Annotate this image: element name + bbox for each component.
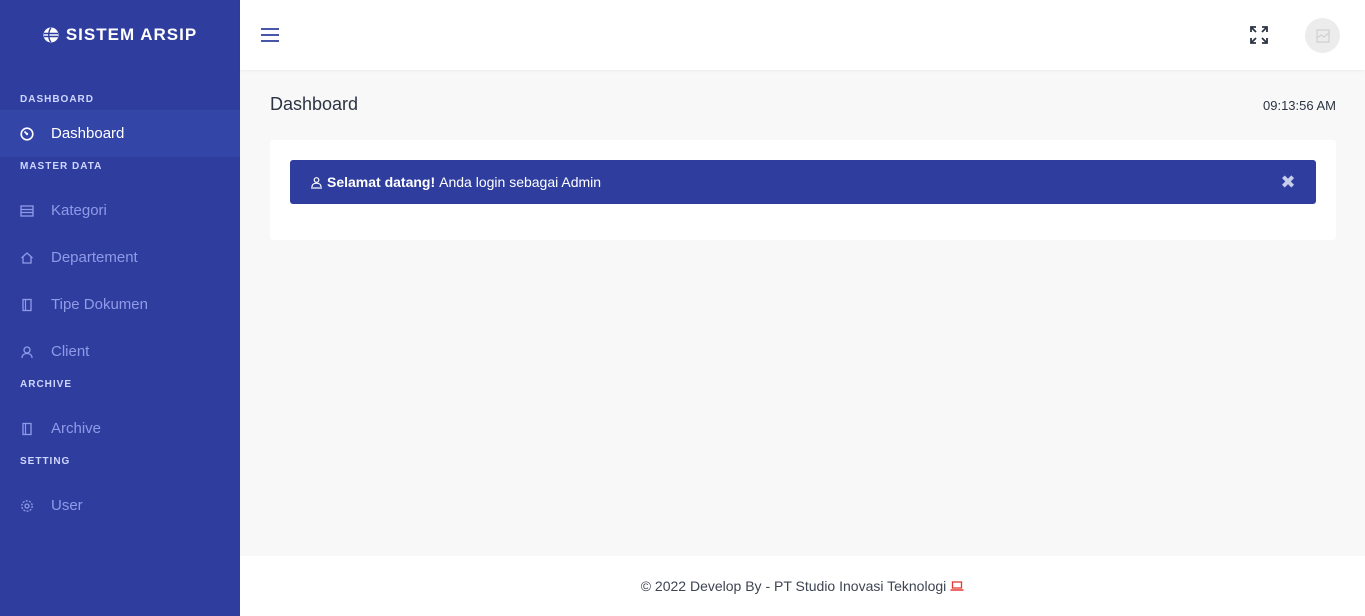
brand[interactable]: SISTEM ARSIP <box>0 0 240 70</box>
gear-icon <box>20 499 34 513</box>
sidebar-item-label: Departement <box>51 249 138 266</box>
sidebar-item-label: Client <box>51 343 90 360</box>
page-title: Dashboard <box>270 94 359 114</box>
welcome-alert: Selamat datang! Anda login sebagai Admin… <box>290 160 1316 204</box>
avatar-icon[interactable] <box>1305 18 1340 53</box>
sidebar-item-user[interactable]: User <box>0 482 240 529</box>
topbar <box>240 0 1365 70</box>
sidebar-item-kategori[interactable]: Kategori <box>0 187 240 234</box>
document-icon <box>20 298 34 312</box>
globe-icon <box>43 27 59 43</box>
dashboard-icon <box>20 126 34 141</box>
close-icon[interactable]: ✖ <box>1280 173 1296 191</box>
alert-text: Anda login sebagai Admin <box>439 174 602 190</box>
section-label-dashboard: DASHBOARD <box>20 94 94 105</box>
section-label-master-data: MASTER DATA <box>20 161 103 172</box>
sidebar-item-label: Kategori <box>51 202 107 219</box>
section-label-archive: ARCHIVE <box>20 379 73 390</box>
sidebar-item-label: Archive <box>51 420 102 437</box>
laptop-icon <box>950 580 964 592</box>
alert-strong: Selamat datang! <box>327 174 436 190</box>
sidebar-item-label: Dashboard <box>51 125 125 142</box>
home-icon <box>20 251 34 265</box>
sidebar-item-label: Tipe Dokumen <box>51 296 148 313</box>
footer-text: © 2022 Develop By - PT Studio Inovasi Te… <box>640 578 947 594</box>
sidebar-item-dashboard[interactable]: Dashboard <box>0 110 240 157</box>
sidebar-item-client[interactable]: Client <box>0 328 240 375</box>
sidebar-item-label: User <box>51 497 83 514</box>
user-icon <box>20 345 34 359</box>
footer: © 2022 Develop By - PT Studio Inovasi Te… <box>240 556 1365 616</box>
clock: 09:13:56 AM <box>1263 98 1336 113</box>
sidebar: SISTEM ARSIP DASHBOARD Dashboard MASTER … <box>0 0 240 616</box>
brand-title: SISTEM ARSIP <box>65 25 198 44</box>
users-icon <box>310 176 323 189</box>
document-icon <box>20 422 34 436</box>
hamburger-icon[interactable] <box>260 26 280 44</box>
list-icon <box>20 204 34 218</box>
sidebar-item-archive[interactable]: Archive <box>0 405 240 452</box>
sidebar-item-tipe-dokumen[interactable]: Tipe Dokumen <box>0 281 240 328</box>
sidebar-item-departement[interactable]: Departement <box>0 234 240 281</box>
welcome-card: Selamat datang! Anda login sebagai Admin… <box>270 140 1336 240</box>
section-label-setting: SETTING <box>20 456 71 467</box>
expand-icon[interactable] <box>1249 25 1269 45</box>
